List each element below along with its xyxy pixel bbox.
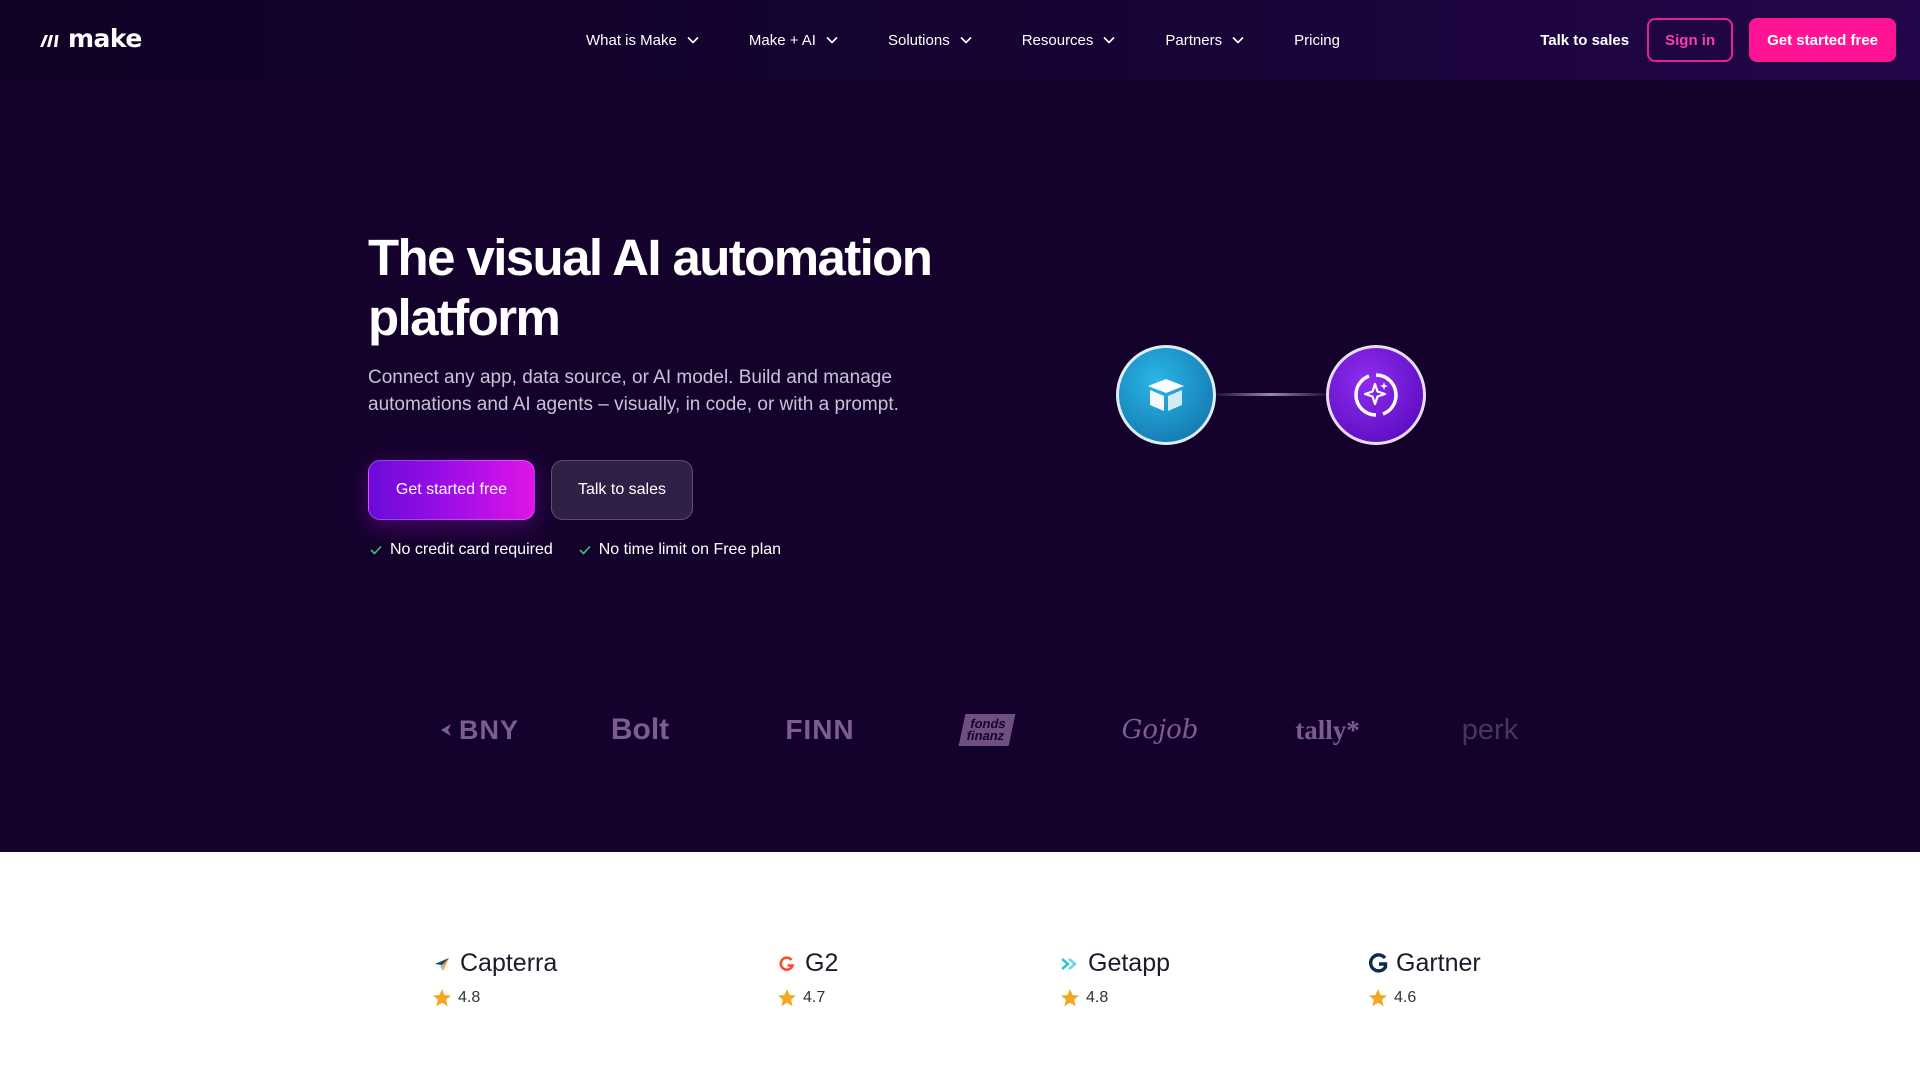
- star-icon: [1369, 989, 1387, 1007]
- main-nav: What is Make Make + AI Solutions Resourc…: [586, 0, 1340, 80]
- rating-score: 4.6: [1394, 989, 1417, 1006]
- rating-name: Getapp: [1088, 949, 1171, 977]
- gartner-icon: [1366, 952, 1390, 976]
- rating-score: 4.8: [1086, 989, 1109, 1006]
- check-icon: [370, 545, 382, 555]
- perk-label: No time limit on Free plan: [598, 541, 782, 558]
- rating-score: 4.8: [458, 989, 481, 1006]
- hero-title: The visual AI automation platform: [368, 229, 933, 346]
- nav-item-label: Pricing: [1294, 31, 1340, 49]
- g2-icon: [775, 952, 799, 976]
- nav-item-resources[interactable]: Resources: [1022, 32, 1116, 49]
- nav-item-label: Resources: [1021, 31, 1094, 49]
- scenario-node-ai-agent: [1326, 345, 1426, 445]
- get-started-free-button[interactable]: Get started free: [1749, 18, 1896, 62]
- bny-logo: BNY: [430, 700, 530, 760]
- nav-item-make-ai[interactable]: Make + AI: [749, 32, 838, 49]
- rating-getapp: Getapp 4.8: [1058, 949, 1170, 1008]
- gojob-logo: Gojob: [1121, 715, 1199, 745]
- nav-item-what-is-make[interactable]: What is Make: [586, 32, 699, 49]
- star-icon: [1061, 989, 1079, 1007]
- bny-logo-text: BNY: [458, 714, 519, 745]
- chevron-down-icon: [687, 36, 699, 44]
- perk-item: No time limit on Free plan: [579, 541, 781, 559]
- hero-section: The visual AI automation platform Connec…: [0, 80, 1920, 852]
- fondsfinanz-logo: fonds finanz: [955, 700, 1019, 760]
- chevron-down-icon: [826, 36, 838, 44]
- nav-item-label: Solutions: [887, 31, 950, 49]
- top-navigation-bar: make What is Make Make + AI Solutions Re…: [0, 0, 1920, 80]
- airtable-icon: [1148, 379, 1184, 411]
- rating-name: G2: [805, 949, 839, 977]
- nav-item-partners[interactable]: Partners: [1165, 32, 1244, 49]
- header-actions: Talk to sales Sign in Get started free: [1540, 18, 1896, 62]
- nav-item-label: Partners: [1165, 31, 1223, 49]
- scenario-node-airtable: [1116, 345, 1216, 445]
- nav-item-label: What is Make: [586, 31, 677, 49]
- hero-subtitle: Connect any app, data source, or AI mode…: [368, 367, 899, 415]
- hero-perks: No credit card required No time limit on…: [370, 541, 807, 559]
- perk-item: No credit card required: [370, 541, 553, 559]
- tally-logo: tally*: [1295, 714, 1360, 745]
- scenario-illustration: [1116, 345, 1426, 445]
- nav-item-pricing[interactable]: Pricing: [1294, 32, 1340, 49]
- bolt-logo: Bolt: [610, 713, 670, 746]
- perk-label: No credit card required: [390, 541, 553, 558]
- rating-name: Capterra: [460, 949, 558, 977]
- make-logo-text: make: [68, 24, 142, 53]
- make-logo[interactable]: make: [38, 24, 142, 53]
- sign-in-button[interactable]: Sign in: [1647, 18, 1734, 62]
- make-logo-icon: [40, 34, 59, 47]
- chevron-down-icon: [960, 36, 972, 44]
- talk-to-sales-link[interactable]: Talk to sales: [1540, 32, 1629, 49]
- hero-get-started-button[interactable]: Get started free: [368, 460, 535, 520]
- rating-capterra: Capterra 4.8: [430, 949, 557, 1008]
- rating-score: 4.7: [803, 989, 826, 1006]
- fondsfinanz-logo-box: fonds finanz: [958, 714, 1016, 746]
- hero-talk-to-sales-button[interactable]: Talk to sales: [551, 460, 693, 520]
- ratings-section: Capterra 4.8 G2 4.7 Getapp 4.8 Gartner 4…: [0, 852, 1920, 1080]
- scenario-connector: [1216, 393, 1326, 396]
- check-icon: [579, 545, 591, 555]
- bny-arrow-icon: [440, 724, 451, 736]
- nav-item-solutions[interactable]: Solutions: [888, 32, 972, 49]
- ai-agent-icon: [1354, 373, 1398, 417]
- rating-name: Gartner: [1396, 949, 1481, 977]
- rating-gartner: Gartner 4.6: [1366, 949, 1481, 1008]
- perk-logo: perk: [1461, 713, 1519, 746]
- rating-g2: G2 4.7: [775, 949, 838, 1008]
- capterra-icon: [430, 952, 454, 976]
- finn-logo: FINN: [785, 714, 855, 745]
- getapp-icon: [1058, 952, 1082, 976]
- chevron-down-icon: [1103, 36, 1115, 44]
- customer-logo-strip: BNY Bolt FINN fonds finanz Gojob tally* …: [430, 700, 1530, 760]
- chevron-down-icon: [1232, 36, 1244, 44]
- star-icon: [778, 989, 796, 1007]
- star-icon: [433, 989, 451, 1007]
- nav-item-label: Make + AI: [748, 31, 816, 49]
- fondsfinanz-line-2: finanz: [965, 728, 1007, 743]
